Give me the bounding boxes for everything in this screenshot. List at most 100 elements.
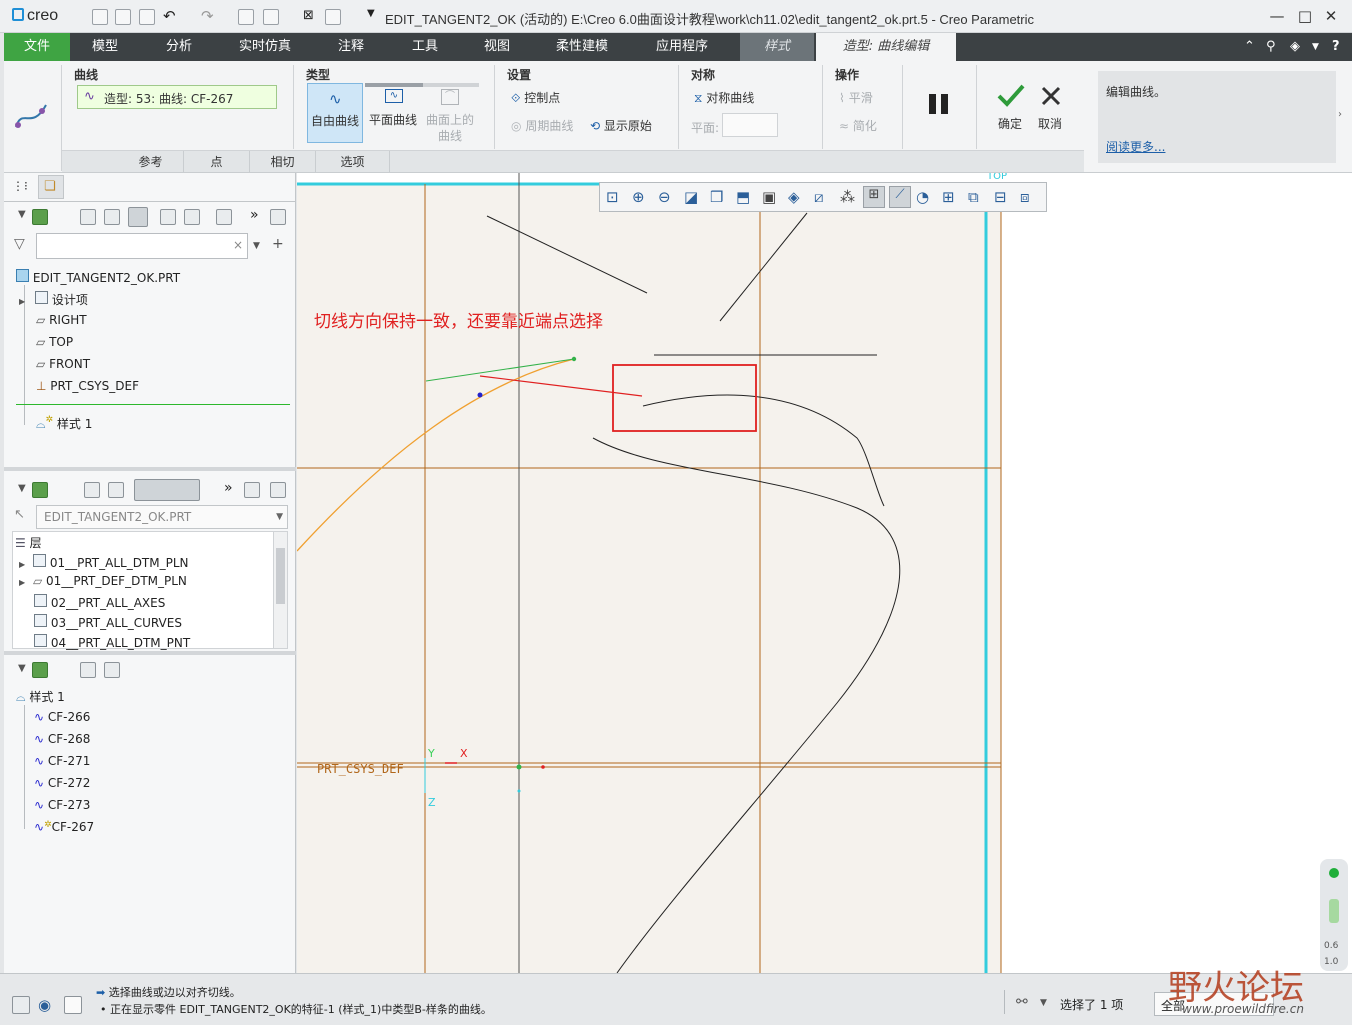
add-filter-icon[interactable]: + [272, 236, 284, 252]
menu-file[interactable]: 文件 [4, 33, 70, 61]
options-dropdown-icon[interactable]: ▼ [1312, 42, 1319, 52]
pause-button[interactable] [926, 91, 952, 120]
section-icon[interactable]: ⧄ [814, 188, 824, 206]
menu-flexible-modeling[interactable]: 柔性建模 [546, 33, 618, 61]
menu-annotate[interactable]: 注释 [326, 33, 376, 61]
free-curve-button[interactable]: ∿ 自由曲线 [307, 83, 363, 143]
layer-item[interactable]: 02__PRT_ALL_AXES [34, 594, 165, 610]
tab-options[interactable]: 选项 [316, 151, 390, 173]
menu-analysis[interactable]: 分析 [154, 33, 204, 61]
menu-style[interactable]: 样式 [740, 33, 814, 61]
ok-button[interactable]: 确定 [994, 81, 1030, 131]
repaint-icon[interactable]: ◪ [684, 188, 698, 206]
quick-access-dropdown-icon[interactable]: ▼ [367, 8, 375, 19]
pane-splitter[interactable] [4, 467, 296, 471]
canvas[interactable] [297, 173, 1352, 973]
simplify-button[interactable]: ≈ 简化 [839, 117, 877, 134]
find-icon[interactable]: ⚯ [1016, 994, 1028, 1010]
tree-root[interactable]: EDIT_TANGENT2_OK.PRT [16, 269, 180, 285]
control-point[interactable] [477, 392, 483, 398]
filter-icon[interactable]: ▽ [14, 236, 25, 252]
minimize-button[interactable]: — [1266, 6, 1288, 26]
curve-on-surface-button[interactable]: ⌒ 曲面上的 曲线 [423, 87, 479, 143]
ribbon-scroll-right-icon[interactable]: › [1338, 109, 1342, 120]
control-point-toggle[interactable]: ⟐ 控制点 [511, 89, 560, 106]
tree-search-input[interactable]: × [36, 233, 248, 259]
show-curvature-icon[interactable]: ◔ [916, 188, 929, 206]
layout-icon[interactable]: ⊟ [994, 188, 1007, 206]
tree-filter-icon[interactable] [160, 209, 176, 225]
tree-columns-icon[interactable] [216, 209, 232, 225]
layers-icon[interactable] [32, 482, 48, 498]
model-tree-tab-icon[interactable]: ⋮⁝ [12, 179, 28, 193]
cancel-button[interactable]: 取消 [1034, 81, 1070, 131]
style-collapse-icon[interactable]: ▼ [18, 663, 26, 674]
tree-item-style1[interactable]: ⌓✲ 样式 1 [36, 415, 92, 432]
menu-view[interactable]: 视图 [472, 33, 522, 61]
tree-item-right[interactable]: ▱ RIGHT [36, 313, 87, 327]
search-dropdown-icon[interactable]: ▼ [253, 241, 260, 251]
style-settings-icon[interactable] [104, 662, 120, 678]
symmetric-curve-button[interactable]: ⧖ 对称曲线 [694, 89, 754, 106]
search-icon[interactable]: ⚲ [1266, 39, 1276, 54]
periodic-curve-toggle[interactable]: ◎ 周期曲线 [511, 117, 573, 134]
open-file-icon[interactable] [115, 9, 131, 25]
style-curve-item[interactable]: ∿ CF-266 [34, 710, 90, 724]
curve-display-icon[interactable]: ⟋ [889, 186, 911, 208]
layer-item[interactable]: 04__PRT_ALL_DTM_PNT [34, 634, 190, 650]
layer-model-select[interactable]: EDIT_TANGENT2_OK.PRT ▼ [36, 505, 288, 529]
style-curve-item[interactable]: ∿ CF-271 [34, 754, 90, 768]
layer-expand-icon[interactable] [108, 482, 124, 498]
spin-center-icon[interactable]: ⊞ [863, 186, 885, 208]
zoom-in-icon[interactable]: ⊕ [632, 188, 645, 206]
model-tree-collapse-icon[interactable]: ▼ [18, 209, 26, 220]
save-icon[interactable] [139, 9, 155, 25]
tangent-endpoint[interactable] [571, 356, 577, 362]
menu-tools[interactable]: 工具 [400, 33, 450, 61]
curve-collector[interactable]: ∿ 造型: 53: 曲线: CF-267 [77, 85, 277, 109]
scroll-thumb[interactable] [276, 548, 285, 604]
layer-item[interactable]: ▶ ▱ 01__PRT_DEF_DTM_PLN [19, 574, 187, 588]
style-curve-item-active[interactable]: ∿✲CF-267 [34, 820, 94, 834]
style-filter-icon[interactable] [80, 662, 96, 678]
layer-collapse-icon[interactable]: ▼ [18, 483, 26, 494]
plane-display-icon[interactable]: ⧉ [968, 188, 979, 206]
tree-item-csys[interactable]: ⊥ PRT_CSYS_DEF [36, 379, 139, 393]
saved-views-icon[interactable]: ⬒ [736, 188, 750, 206]
folder-browser-tab[interactable]: ❏ [38, 175, 64, 199]
show-original-toggle[interactable]: ⟲ 显示原始 [590, 117, 652, 134]
layer-more-icon[interactable]: » [224, 480, 233, 496]
menu-simulation[interactable]: 实时仿真 [230, 33, 300, 61]
layer-list-icon[interactable] [84, 482, 100, 498]
style-tree-root[interactable]: ⌓ 样式 1 [16, 688, 65, 705]
tree-item-design-items[interactable]: ▶ 设计项 [19, 291, 88, 308]
layer-view-group[interactable] [134, 479, 200, 501]
symmetry-plane-field[interactable] [722, 113, 778, 137]
browser-icon[interactable]: ◉ [38, 996, 51, 1014]
menu-applications[interactable]: 应用程序 [644, 33, 720, 61]
columns-icon[interactable] [128, 207, 148, 227]
tab-references[interactable]: 参考 [118, 151, 184, 173]
tree-item-front[interactable]: ▱ FRONT [36, 357, 90, 371]
datum-display-icon[interactable]: ⁂ [840, 188, 855, 206]
flip-icon[interactable]: ⧈ [1020, 188, 1030, 206]
plane-curve-button[interactable]: ∿ 平面曲线 [365, 87, 423, 143]
clear-icon[interactable]: × [233, 238, 243, 252]
tree-notes-icon[interactable] [270, 209, 286, 225]
tree-item-top[interactable]: ▱ TOP [36, 335, 73, 349]
find-dropdown-icon[interactable]: ▼ [1040, 998, 1047, 1008]
show-tree-icon[interactable] [80, 209, 96, 225]
display-style-icon[interactable]: ❒ [710, 188, 723, 206]
expand-icon[interactable] [104, 209, 120, 225]
more-icon[interactable]: » [250, 207, 259, 223]
collapse-ribbon-icon[interactable]: ⌃ [1244, 39, 1255, 54]
refit-icon[interactable]: ⊡ [606, 188, 619, 206]
toggle-navigator-icon[interactable] [12, 996, 30, 1014]
layer-properties-icon[interactable] [244, 482, 260, 498]
smooth-button[interactable]: ⌇ 平滑 [839, 89, 873, 106]
new-file-icon[interactable] [92, 9, 108, 25]
tab-tangent[interactable]: 相切 [250, 151, 316, 173]
learning-icon[interactable]: ◈ [1290, 39, 1300, 54]
layer-notes-icon[interactable] [270, 482, 286, 498]
style-tree-icon[interactable] [32, 662, 48, 678]
